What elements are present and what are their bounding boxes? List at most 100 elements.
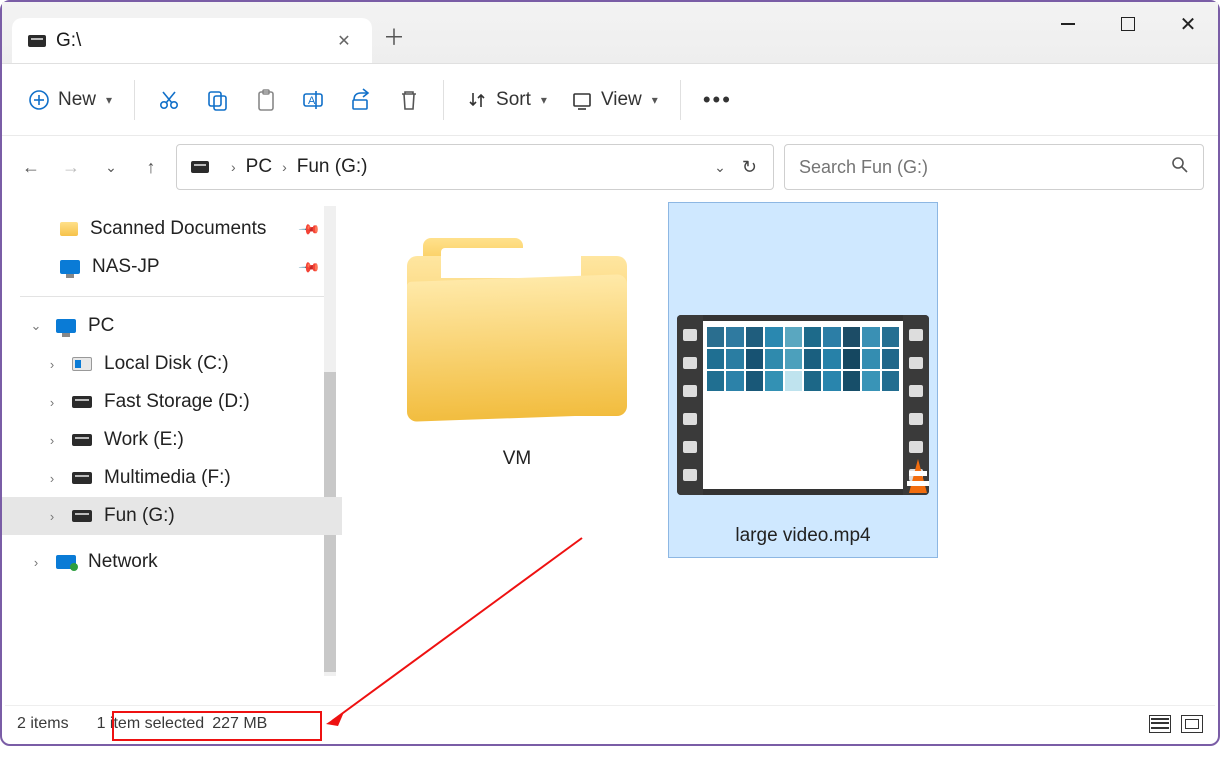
search-input[interactable] <box>799 157 1171 178</box>
close-tab-icon[interactable]: ✕ <box>332 31 356 51</box>
selection-status: 1 item selected <box>97 715 205 733</box>
item-label: VM <box>503 448 532 470</box>
status-bar: 2 items 1 item selected 227 MB <box>5 705 1215 741</box>
recent-button[interactable]: ⌄ <box>96 152 126 182</box>
toolbar: New ▾ A Sort ▾ View ▾ ••• <box>2 64 1218 136</box>
sidebar-item-label: Fun (G:) <box>104 505 175 527</box>
vlc-cone-icon <box>899 459 929 495</box>
pc-icon <box>56 319 76 333</box>
share-icon <box>349 88 373 112</box>
sidebar-item-drive-d[interactable]: › Fast Storage (D:) <box>2 383 342 421</box>
sidebar-item-label: NAS-JP <box>92 256 160 278</box>
monitor-icon <box>60 260 80 274</box>
selection-size: 227 MB <box>212 715 267 733</box>
search-icon[interactable] <box>1171 156 1189 179</box>
breadcrumb-pc[interactable]: PC <box>244 156 274 178</box>
trash-icon <box>397 88 421 112</box>
cut-button[interactable] <box>145 80 193 120</box>
item-label: large video.mp4 <box>735 525 870 547</box>
thumbnails-view-button[interactable] <box>1181 715 1203 733</box>
view-label: View <box>601 89 642 111</box>
close-window-button[interactable]: ✕ <box>1158 2 1218 46</box>
sidebar-item-drive-f[interactable]: › Multimedia (F:) <box>2 459 342 497</box>
drive-icon <box>72 472 92 484</box>
nav-row: ← → ⌄ ↑ › PC › Fun (G:) ⌄ ↻ <box>2 136 1218 200</box>
chevron-right-icon[interactable]: › <box>44 433 60 448</box>
paste-button[interactable] <box>241 80 289 120</box>
folder-icon <box>407 238 627 418</box>
clipboard-icon <box>253 88 277 112</box>
share-button[interactable] <box>337 80 385 120</box>
drive-icon <box>72 434 92 446</box>
scissors-icon <box>157 88 181 112</box>
chevron-right-icon[interactable]: › <box>28 555 44 570</box>
forward-button[interactable]: → <box>56 152 86 182</box>
sidebar-item-drive-c[interactable]: › Local Disk (C:) <box>2 345 342 383</box>
item-count: 2 items <box>17 715 69 733</box>
chevron-down-icon: ▾ <box>652 93 658 107</box>
chevron-right-icon[interactable]: › <box>44 509 60 524</box>
pin-icon: 📌 <box>297 217 321 241</box>
divider <box>20 296 324 297</box>
sidebar-item-drive-e[interactable]: › Work (E:) <box>2 421 342 459</box>
main-area: Scanned Documents 📌 NAS-JP 📌 ⌄ PC › Local… <box>2 200 1218 760</box>
details-view-button[interactable] <box>1149 715 1171 733</box>
chevron-right-icon[interactable]: › <box>44 395 60 410</box>
maximize-button[interactable] <box>1098 2 1158 46</box>
back-button[interactable]: ← <box>16 152 46 182</box>
more-button[interactable]: ••• <box>691 87 744 113</box>
divider <box>680 80 681 120</box>
minimize-button[interactable] <box>1038 2 1098 46</box>
new-label: New <box>58 89 96 111</box>
view-button[interactable]: View ▾ <box>559 81 670 119</box>
drive-icon <box>191 161 209 173</box>
drive-icon <box>28 35 46 47</box>
address-bar[interactable]: › PC › Fun (G:) ⌄ ↻ <box>176 144 774 190</box>
sidebar-item-label: Network <box>88 551 158 573</box>
chevron-right-icon[interactable]: › <box>44 471 60 486</box>
history-chevron-icon[interactable]: ⌄ <box>714 159 726 176</box>
sidebar-item-label: PC <box>88 315 114 337</box>
tab-title: G:\ <box>56 30 81 52</box>
rename-icon: A <box>301 88 325 112</box>
breadcrumb-separator: › <box>274 159 295 175</box>
sidebar-item-label: Local Disk (C:) <box>104 353 229 375</box>
plus-circle-icon <box>28 89 50 111</box>
copy-button[interactable] <box>193 80 241 120</box>
view-icon <box>571 89 593 111</box>
chevron-down-icon: ▾ <box>541 93 547 107</box>
divider <box>134 80 135 120</box>
sort-icon <box>466 89 488 111</box>
tab-g-drive[interactable]: G:\ ✕ <box>12 18 372 64</box>
window-controls: ✕ <box>1038 2 1218 46</box>
divider <box>443 80 444 120</box>
sidebar-item-network[interactable]: › Network <box>2 543 342 581</box>
rename-button[interactable]: A <box>289 80 337 120</box>
sidebar-item-label: Scanned Documents <box>90 218 266 240</box>
folder-item-vm[interactable]: VM <box>382 202 652 480</box>
chevron-right-icon[interactable]: › <box>44 357 60 372</box>
sidebar-item-label: Multimedia (F:) <box>104 467 231 489</box>
add-tab-button[interactable]: ＋ <box>372 14 416 58</box>
sort-button[interactable]: Sort ▾ <box>454 81 559 119</box>
breadcrumb-drive[interactable]: Fun (G:) <box>295 156 370 178</box>
refresh-button[interactable]: ↻ <box>742 157 757 178</box>
sidebar-item-nas[interactable]: NAS-JP 📌 <box>2 248 342 286</box>
delete-button[interactable] <box>385 80 433 120</box>
file-list[interactable]: VM large video.mp4 <box>342 200 1218 760</box>
svg-text:A: A <box>308 95 316 107</box>
network-icon <box>56 555 76 569</box>
new-button[interactable]: New ▾ <box>16 81 124 119</box>
sidebar-item-label: Work (E:) <box>104 429 184 451</box>
chevron-down-icon[interactable]: ⌄ <box>28 318 44 334</box>
breadcrumb-separator: › <box>223 159 244 175</box>
search-box[interactable] <box>784 144 1204 190</box>
chevron-down-icon: ▾ <box>106 93 112 107</box>
up-button[interactable]: ↑ <box>136 152 166 182</box>
sidebar-item-label: Fast Storage (D:) <box>104 391 250 413</box>
local-disk-icon <box>72 357 92 371</box>
sidebar-item-pc[interactable]: ⌄ PC <box>2 307 342 345</box>
file-item-video[interactable]: large video.mp4 <box>668 202 938 558</box>
sidebar-item-scanned[interactable]: Scanned Documents 📌 <box>2 210 342 248</box>
sidebar-item-drive-g[interactable]: › Fun (G:) <box>2 497 342 535</box>
